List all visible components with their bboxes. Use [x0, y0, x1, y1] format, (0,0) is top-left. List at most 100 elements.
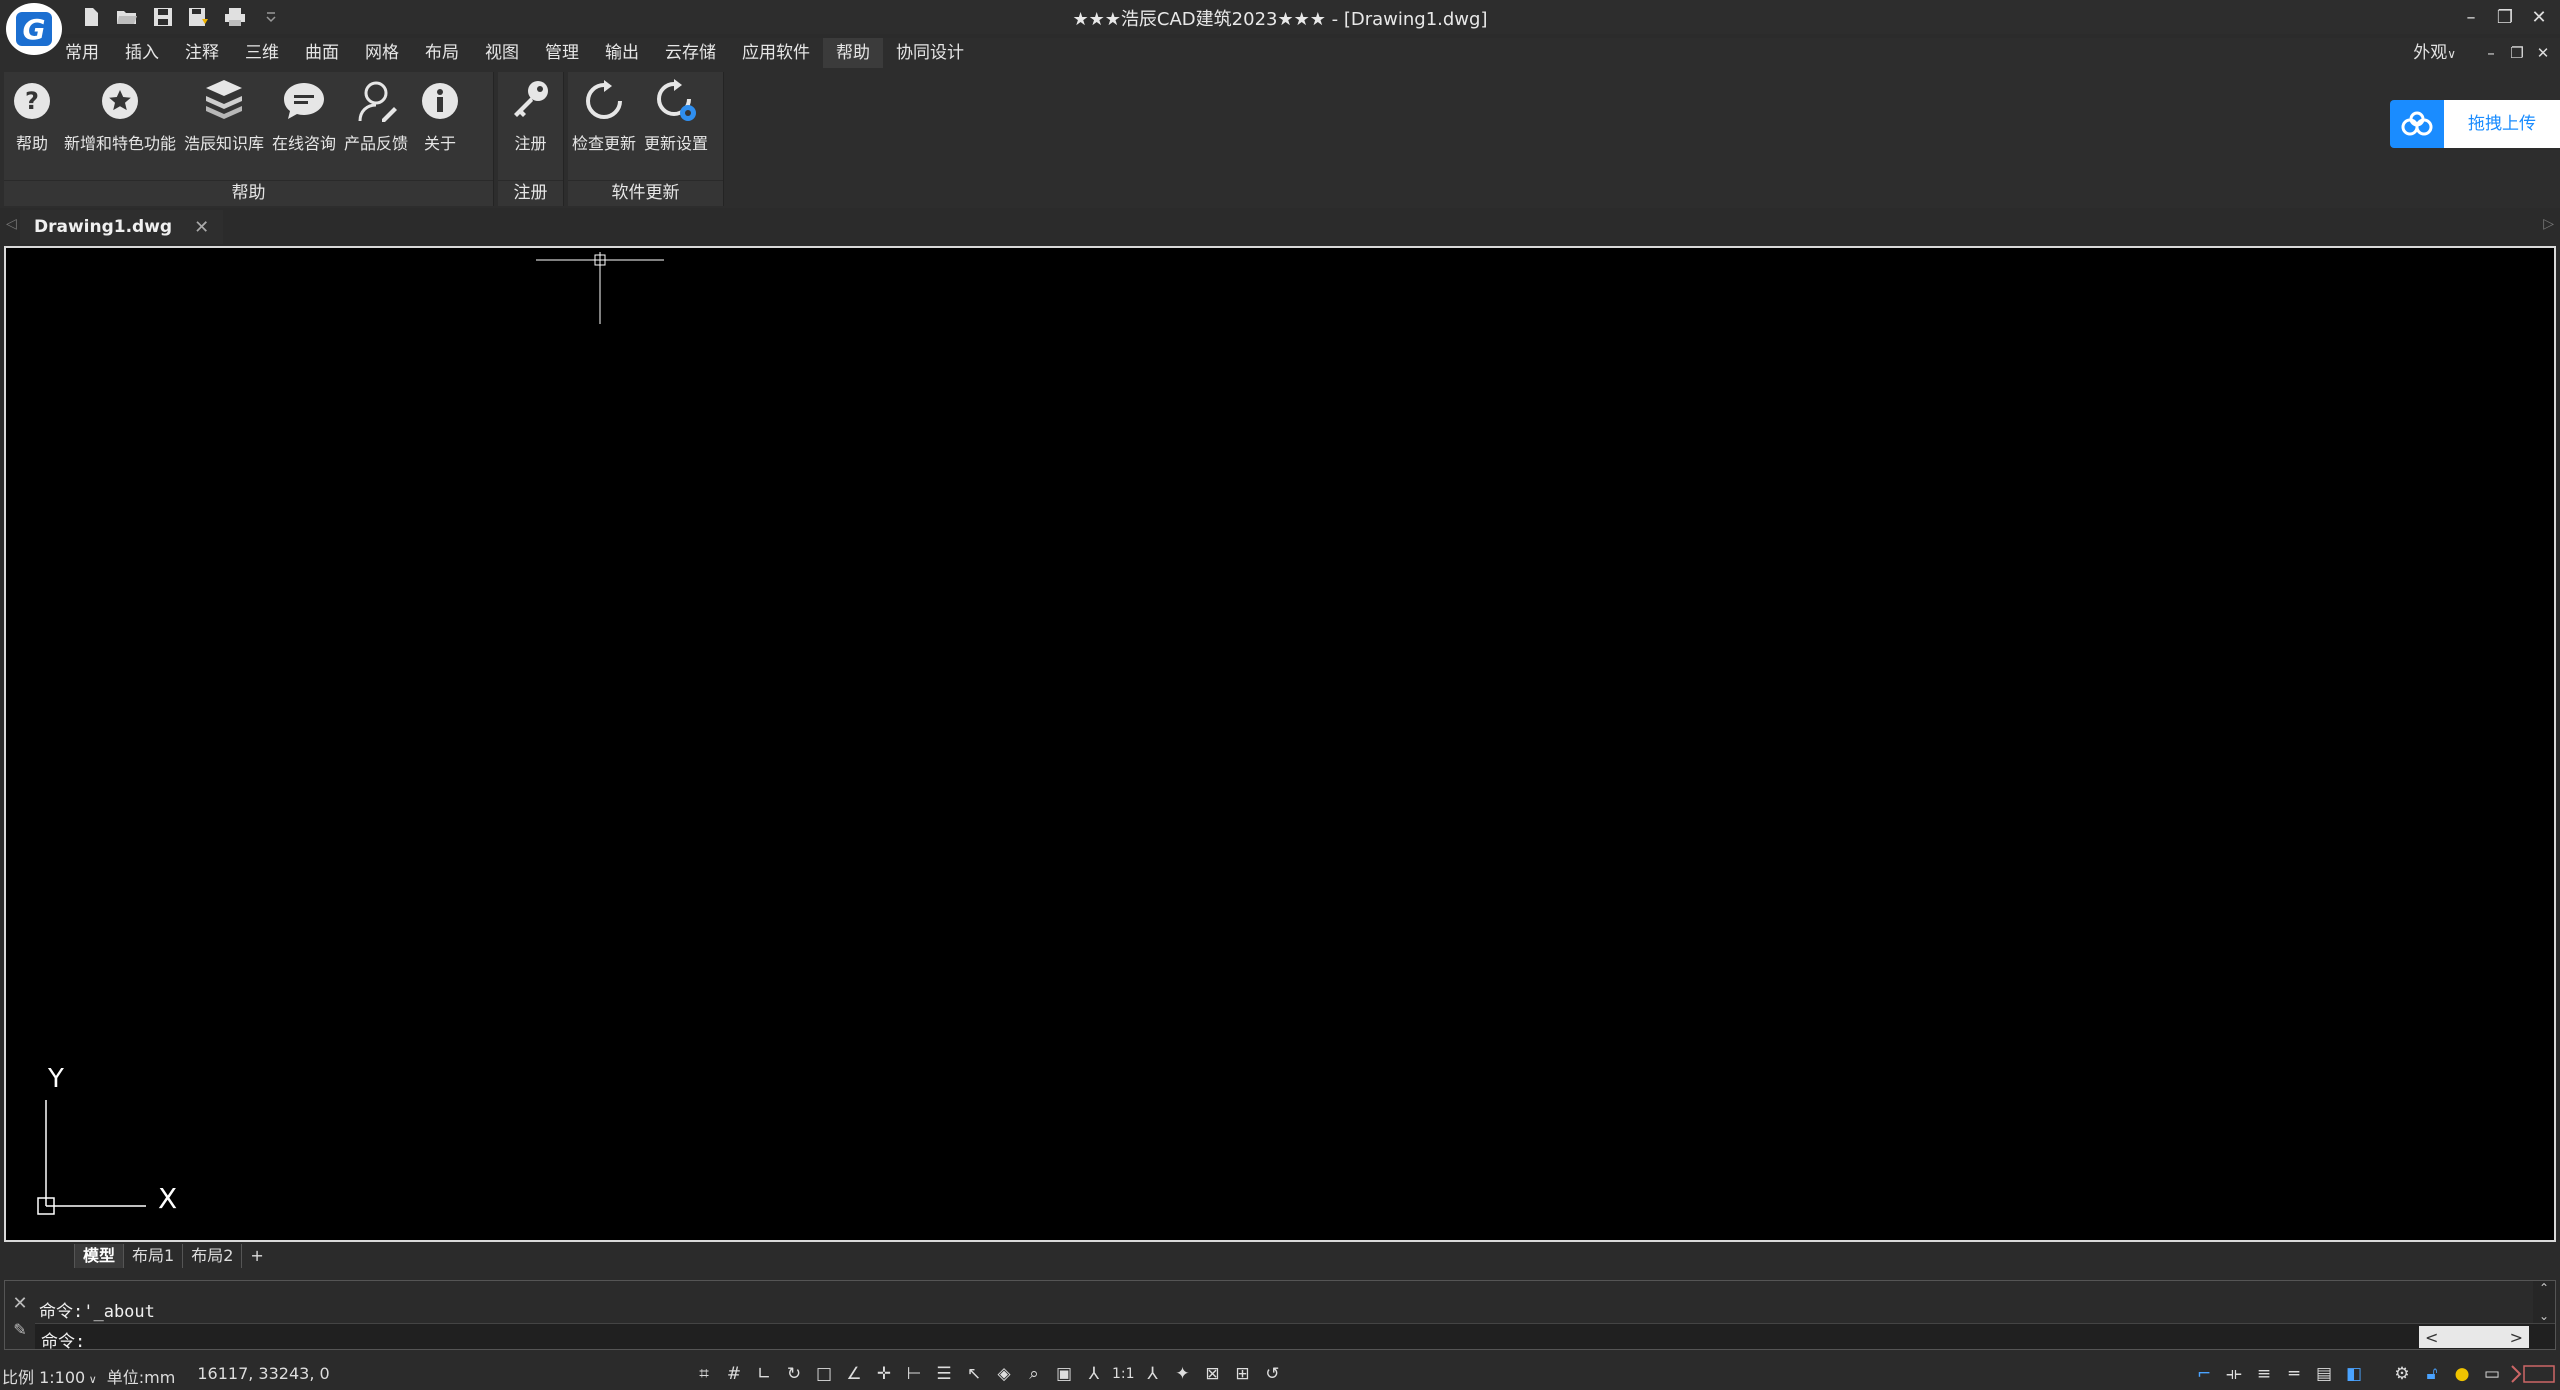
doc-close-icon[interactable]: ✕	[2530, 38, 2556, 68]
close-tab-icon[interactable]: ✕	[194, 217, 209, 238]
panel-title-register: 注册	[498, 180, 563, 206]
tab-scroll-left-icon[interactable]: ◁	[6, 216, 17, 232]
selection-cycling-icon[interactable]: ↖	[962, 1362, 986, 1386]
menu-apps[interactable]: 应用软件	[729, 38, 823, 68]
info-icon	[416, 76, 464, 126]
menu-view[interactable]: 视图	[472, 38, 532, 68]
menu-manage[interactable]: 管理	[532, 38, 592, 68]
menu-surface[interactable]: 曲面	[292, 38, 352, 68]
ucs-y-label: Y	[48, 1064, 64, 1094]
tab-model[interactable]: 模型	[74, 1244, 124, 1268]
scale-dropdown[interactable]: 比例 1:100 ∨	[2, 1364, 97, 1388]
restore-icon[interactable]: ❐	[2488, 2, 2522, 32]
auto-scale-icon[interactable]: ✦	[1171, 1362, 1195, 1386]
app-logo-icon[interactable]: G	[6, 3, 62, 55]
doc-restore-icon[interactable]: ❐	[2504, 38, 2530, 68]
lightbulb-icon[interactable]: ●	[2450, 1362, 2474, 1386]
dynamic-input-icon[interactable]: ⊢	[902, 1362, 926, 1386]
help-icon: ?	[8, 76, 56, 126]
command-side-controls: ✕ ✎	[5, 1281, 35, 1351]
scroll-down-icon[interactable]: ⌄	[2539, 1309, 2549, 1323]
about-button[interactable]: 关于	[412, 72, 468, 182]
ortho-icon[interactable]: ∟	[752, 1362, 776, 1386]
arch-tool-6-icon[interactable]: ◧	[2342, 1362, 2366, 1386]
canvas-overlay	[37, 252, 664, 1215]
appearance-dropdown[interactable]: 外观∨	[2413, 38, 2456, 68]
site-watermark-logo	[2510, 1362, 2556, 1390]
polar-icon[interactable]: ↻	[782, 1362, 806, 1386]
register-button[interactable]: 注册	[498, 72, 563, 182]
document-tab[interactable]: Drawing1.dwg ✕	[20, 210, 224, 244]
viewport-icon[interactable]: ▣	[1052, 1362, 1076, 1386]
product-feedback-button[interactable]: 产品反馈	[340, 72, 412, 182]
check-update-button[interactable]: 检查更新	[568, 72, 640, 182]
menu-mesh[interactable]: 网格	[352, 38, 412, 68]
online-consult-button[interactable]: 在线咨询	[268, 72, 340, 182]
command-window: ✕ ✎ 命令:'_about ⌃ ⌄ 命令: < >	[4, 1280, 2556, 1352]
arch-tool-1-icon[interactable]: ⌐	[2192, 1362, 2216, 1386]
chevron-down-icon: ∨	[85, 1373, 97, 1386]
window-title: ★★★浩辰CAD建筑2023★★★ - [Drawing1.dwg]	[1072, 9, 1488, 30]
menu-layout[interactable]: 布局	[412, 38, 472, 68]
menu-collaborate[interactable]: 协同设计	[883, 38, 977, 68]
arch-tool-3-icon[interactable]: ≡	[2252, 1362, 2276, 1386]
otrack-icon[interactable]: ∠	[842, 1362, 866, 1386]
tab-layout1[interactable]: 布局1	[123, 1244, 182, 1268]
annotation-scale-icon[interactable]: ⅄	[1082, 1362, 1106, 1386]
drag-upload-button[interactable]: 拖拽上传	[2390, 100, 2560, 148]
annotation-visibility-icon[interactable]: ⅄	[1141, 1362, 1165, 1386]
snap-icon[interactable]: ⌗	[692, 1362, 716, 1386]
rotate-view-icon[interactable]: ↺	[1261, 1362, 1285, 1386]
arch-tool-5-icon[interactable]: ▤	[2312, 1362, 2336, 1386]
unit-label: 单位:mm	[106, 1368, 176, 1387]
scroll-left-icon[interactable]: <	[2425, 1328, 2438, 1347]
chat-icon	[280, 76, 328, 126]
add-layout-button[interactable]: +	[241, 1244, 271, 1268]
scroll-right-icon[interactable]: >	[2510, 1328, 2523, 1347]
knowledge-base-button[interactable]: 浩辰知识库	[180, 72, 268, 182]
doc-minimize-icon[interactable]: –	[2478, 38, 2504, 68]
tab-layout2[interactable]: 布局2	[182, 1244, 241, 1268]
menu-help[interactable]: 帮助	[823, 38, 883, 68]
menu-common[interactable]: 常用	[52, 38, 112, 68]
dynamic-ucs-icon[interactable]: ✛	[872, 1362, 896, 1386]
menu-output[interactable]: 输出	[592, 38, 652, 68]
menu-3d[interactable]: 三维	[232, 38, 292, 68]
layers-icon[interactable]: ◈	[992, 1362, 1016, 1386]
isolate-icon[interactable]: ⊠	[1201, 1362, 1225, 1386]
annotation-scale-value[interactable]: 1:1	[1112, 1366, 1135, 1382]
command-input[interactable]: 命令: < >	[35, 1323, 2555, 1352]
tab-scroll-right-icon[interactable]: ▷	[2543, 216, 2554, 232]
lineweight-icon[interactable]: ☰	[932, 1362, 956, 1386]
minimize-icon[interactable]: –	[2454, 2, 2488, 32]
help-button[interactable]: ? 帮助	[4, 72, 60, 182]
svg-text:?: ?	[25, 87, 39, 115]
hardware-accel-icon[interactable]: ▭	[2480, 1362, 2504, 1386]
drawing-canvas[interactable]: Y X	[4, 246, 2556, 1242]
arch-tool-4-icon[interactable]: ═	[2282, 1362, 2306, 1386]
settings-gear-icon[interactable]: ⚙	[2390, 1362, 2414, 1386]
command-close-icon[interactable]: ✕	[12, 1293, 27, 1314]
zoom-icon[interactable]: ⌕	[1022, 1362, 1046, 1386]
arch-tool-2-icon[interactable]: ⟛	[2222, 1362, 2246, 1386]
menu-cloud-storage[interactable]: 云存储	[652, 38, 729, 68]
panel-register: 注册 注册	[498, 72, 564, 206]
table-icon[interactable]: ⊞	[1231, 1362, 1255, 1386]
ucs-x-label: X	[158, 1182, 178, 1215]
osnap-icon[interactable]: □	[812, 1362, 836, 1386]
grid-icon[interactable]: #	[722, 1362, 746, 1386]
lock-icon[interactable]: 🔓︎	[2420, 1362, 2444, 1386]
command-prompt: 命令:	[41, 1332, 86, 1352]
scroll-up-icon[interactable]: ⌃	[2539, 1281, 2549, 1295]
new-features-button[interactable]: 新增和特色功能	[60, 72, 180, 182]
command-customize-icon[interactable]: ✎	[13, 1320, 26, 1339]
command-vertical-scrollbar[interactable]: ⌃ ⌄	[2533, 1281, 2555, 1323]
key-icon	[507, 76, 555, 126]
command-horizontal-scrollbar[interactable]: < >	[2419, 1326, 2529, 1348]
close-icon[interactable]: ✕	[2522, 2, 2556, 32]
menu-insert[interactable]: 插入	[112, 38, 172, 68]
title-bar: G ★★★浩辰CAD建筑2023★★★ - [Drawing1.dwg] – ❐…	[0, 0, 2560, 55]
menu-annotate[interactable]: 注释	[172, 38, 232, 68]
scale-value: 比例 1:100	[2, 1368, 86, 1387]
update-settings-button[interactable]: 更新设置	[640, 72, 712, 182]
